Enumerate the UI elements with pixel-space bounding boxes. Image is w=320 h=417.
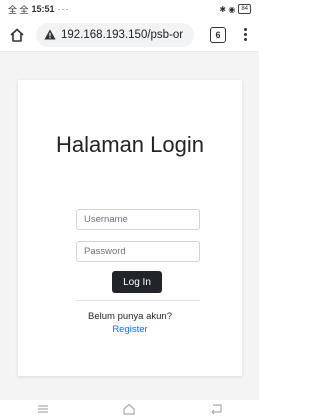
register-prompt: Belum punya akun? xyxy=(88,311,172,322)
menu-dot xyxy=(243,33,247,36)
password-field[interactable] xyxy=(76,241,200,262)
back-icon xyxy=(211,403,222,414)
browser-toolbar: 192.168.193.150/psb-or 6 xyxy=(0,18,259,52)
login-card: Halaman Login Log In Belum punya akun? R… xyxy=(18,80,242,376)
connectivity-icons: ✱ ◉ xyxy=(219,4,236,14)
home-button[interactable] xyxy=(6,24,28,46)
username-field[interactable] xyxy=(76,209,200,230)
recents-button[interactable] xyxy=(31,402,55,416)
home-icon xyxy=(123,403,136,415)
nav-home-button[interactable] xyxy=(117,402,141,416)
page-title: Halaman Login xyxy=(56,132,204,157)
phone-screen: 全 全 15:51 ··· ✱ ◉ 84 192.168.193.150/psb… xyxy=(0,0,259,417)
address-bar[interactable]: 192.168.193.150/psb-or xyxy=(36,22,194,47)
navigation-bar xyxy=(0,400,259,417)
status-left: 全 全 15:51 ··· xyxy=(8,3,70,16)
signal-icon: 全 全 xyxy=(8,4,29,15)
warning-icon xyxy=(44,29,56,40)
menu-dot xyxy=(243,38,247,41)
back-button[interactable] xyxy=(204,402,228,416)
notification-dots: ··· xyxy=(57,4,70,14)
status-right: ✱ ◉ 84 xyxy=(219,4,251,14)
divider xyxy=(76,300,200,301)
status-time: 15:51 xyxy=(31,4,55,14)
tabs-counter-icon[interactable]: 6 xyxy=(210,26,226,43)
recents-icon xyxy=(38,404,49,413)
url-text: 192.168.193.150/psb-or xyxy=(61,28,184,41)
menu-dot xyxy=(243,28,247,31)
home-icon xyxy=(10,28,24,42)
login-button[interactable]: Log In xyxy=(112,271,162,293)
register-link[interactable]: Register xyxy=(18,324,242,335)
kebab-menu-icon[interactable] xyxy=(240,26,250,44)
status-bar: 全 全 15:51 ··· ✱ ◉ 84 xyxy=(0,0,259,18)
battery-icon: 84 xyxy=(238,4,251,14)
